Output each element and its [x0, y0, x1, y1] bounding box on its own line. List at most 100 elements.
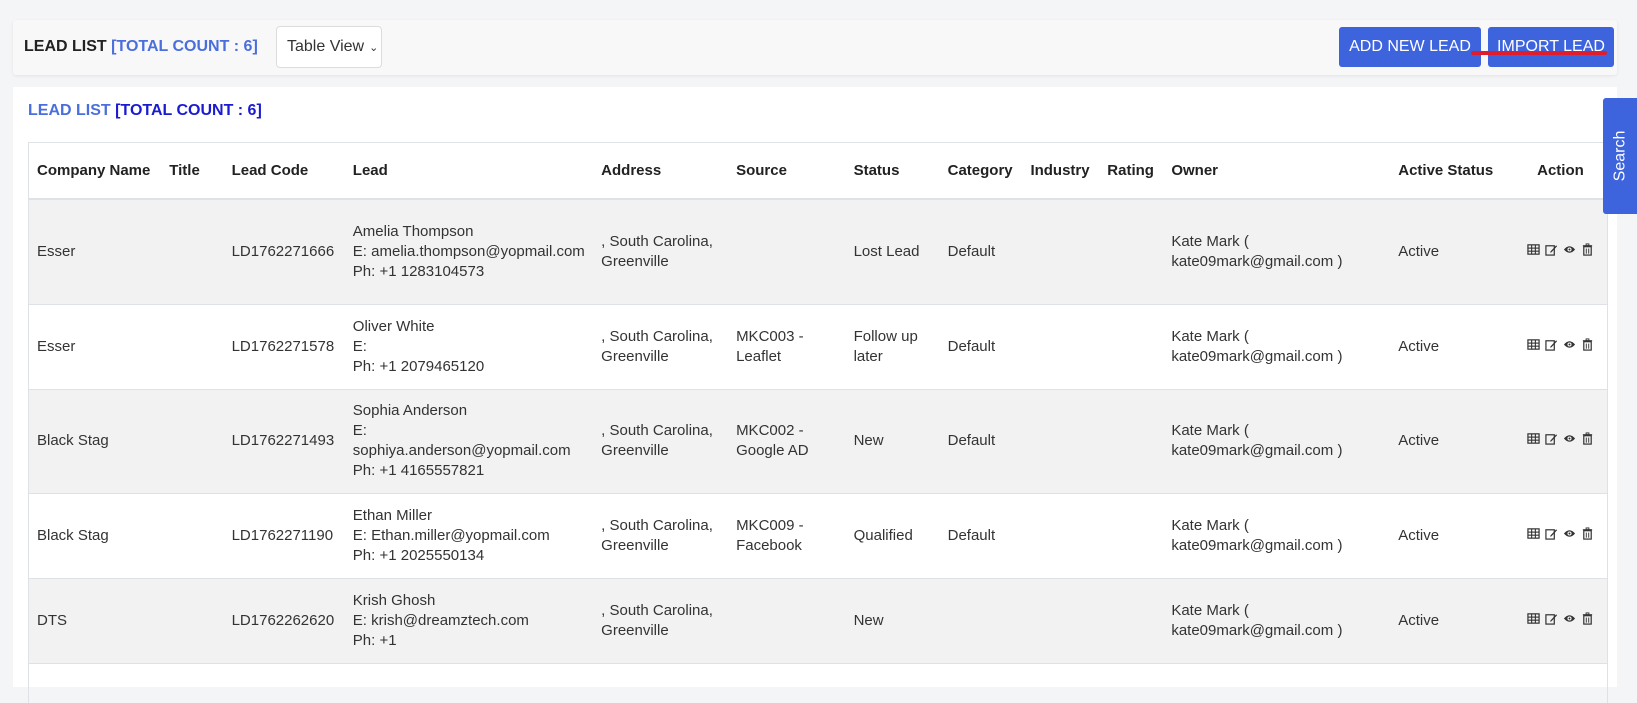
table-row[interactable]: Black Stag LD1762271493 Sophia Anderson E: … — [29, 389, 1607, 494]
cell-action — [1513, 199, 1607, 305]
cell-lead: Oliver White E: Ph: +1 2079465120 — [344, 304, 594, 390]
trash-icon[interactable] — [1581, 242, 1594, 262]
cell-lead-code: LD1762271578 — [223, 304, 345, 390]
column-header: Company Name — [29, 143, 162, 200]
cell-lead-code: LD1762271666 — [223, 199, 345, 305]
cell-owner: Kate Mark ( kate09mark@gmail.com ) — [1163, 389, 1391, 494]
cell-title — [161, 578, 224, 664]
eye-icon[interactable] — [1563, 526, 1576, 546]
cell-action — [1513, 578, 1607, 664]
lead-phone: Ph: +1 4165557821 — [352, 462, 485, 479]
table-row[interactable]: DTS LD1762262620 Krish Ghosh E: krish@dream… — [29, 578, 1607, 664]
cell-industry — [1022, 578, 1100, 664]
eye-icon[interactable] — [1563, 431, 1576, 451]
eye-icon[interactable] — [1563, 611, 1576, 631]
cell-rating — [1099, 578, 1164, 664]
cell-title — [161, 304, 224, 390]
column-header: Industry — [1022, 143, 1100, 200]
eye-icon[interactable] — [1563, 242, 1576, 262]
trash-icon[interactable] — [1581, 337, 1594, 357]
edit-icon[interactable] — [1545, 526, 1558, 546]
column-header: Category — [939, 143, 1023, 200]
cell-status: Qualified — [845, 493, 940, 579]
eye-icon[interactable] — [1563, 337, 1576, 357]
table-header-row: Company Name Title Lead Code Lead Address Sou… — [29, 143, 1607, 200]
cell-company: Esser — [29, 199, 162, 305]
edit-icon[interactable] — [1545, 242, 1558, 262]
cell-status: New — [845, 578, 940, 664]
cell-action — [1513, 389, 1607, 494]
lead-phone: Ph: +1 2079465120 — [352, 357, 485, 375]
cell-source — [728, 199, 846, 305]
lead-phone: Ph: +1 — [352, 631, 397, 649]
edit-icon[interactable] — [1545, 431, 1558, 451]
page-title: LEAD LIST [TOTAL COUNT : 6] — [24, 38, 258, 56]
cell-category: Default — [939, 304, 1023, 390]
lead-name: Krish Ghosh — [352, 591, 436, 609]
lead-email: E: krish@dreamztech.com — [352, 611, 529, 629]
edit-icon[interactable] — [1545, 337, 1558, 357]
cell-company: Esser — [29, 304, 162, 390]
cell-owner: Kate Mark ( kate09mark@gmail.com ) — [1163, 578, 1391, 664]
cell-action — [1513, 493, 1607, 579]
trash-icon[interactable] — [1581, 611, 1594, 631]
cell-action — [1513, 304, 1607, 390]
cell-category — [939, 578, 1023, 664]
cell-lead-code: LD1762262620 — [223, 578, 345, 664]
cell-lead: Ethan Miller E: Ethan.miller@yopmail.com P… — [344, 493, 594, 579]
cell-lead-code: LD1762271190 — [223, 493, 345, 579]
cell-lead-code: LD1762271493 — [223, 389, 345, 494]
lead-list-panel: LEAD LIST [TOTAL COUNT : 6] Company Name… — [13, 87, 1617, 703]
cell-active-status: Active — [1390, 493, 1514, 579]
cell-address: , South Carolina, Greenville — [593, 389, 729, 494]
table-icon[interactable] — [1527, 526, 1540, 546]
import-lead-button[interactable]: IMPORT LEAD — [1488, 27, 1614, 67]
search-tab-label: Search — [1611, 130, 1629, 182]
cell-source: MKC009 - Facebook — [728, 493, 846, 579]
table-icon[interactable] — [1527, 611, 1540, 631]
lead-name: Amelia Thompson — [352, 222, 474, 240]
cell-rating — [1099, 493, 1164, 579]
trash-icon[interactable] — [1581, 526, 1594, 546]
cell-company: DTS — [29, 578, 162, 664]
cell-lead: Amelia Thompson E: amelia.thompson@yopmai… — [344, 199, 594, 305]
search-side-tab[interactable]: Search — [1603, 98, 1637, 214]
cell-owner: Kate Mark ( kate09mark@gmail.com ) — [1163, 199, 1391, 305]
column-header: Active Status — [1390, 143, 1514, 200]
panel-title: LEAD LIST [TOTAL COUNT : 6] — [28, 102, 262, 120]
cell-active-status: Active — [1390, 389, 1514, 494]
cell-address: , South Carolina, Greenville — [593, 578, 729, 664]
column-header: Owner — [1163, 143, 1391, 200]
table-row[interactable]: Esser LD1762271578 Oliver White E: Ph: +1 20… — [29, 304, 1607, 390]
table-icon[interactable] — [1527, 337, 1540, 357]
table-row[interactable]: Black Stag LD1762271190 Ethan Miller E: Eth… — [29, 493, 1607, 579]
add-new-lead-button[interactable]: ADD NEW LEAD — [1339, 27, 1481, 67]
trash-icon[interactable] — [1581, 431, 1594, 451]
table-icon[interactable] — [1527, 242, 1540, 262]
cell-lead: Krish Ghosh E: krish@dreamztech.com Ph: +1 — [344, 578, 594, 664]
table-row[interactable]: Esser LD1762271666 Amelia Thompson E: ameli… — [29, 199, 1607, 305]
panel-count-label: [TOTAL COUNT : 6] — [115, 102, 262, 119]
lead-email: E: sophiya.anderson@yopmail.com — [352, 422, 571, 459]
cell-industry — [1022, 493, 1100, 579]
cell-rating — [1099, 389, 1164, 494]
cell-lead: Sophia Anderson E: sophiya.anderson@yopma… — [344, 389, 594, 494]
page-title-text: LEAD LIST — [24, 38, 107, 55]
cell-status: Lost Lead — [845, 199, 940, 305]
edit-icon[interactable] — [1545, 611, 1558, 631]
cell-status: New — [845, 389, 940, 494]
column-header: Status — [845, 143, 940, 200]
cell-industry — [1022, 199, 1100, 305]
column-header: Title — [161, 143, 224, 200]
cell-rating — [1099, 304, 1164, 390]
cell-title — [161, 389, 224, 494]
total-count-label: [TOTAL COUNT : 6] — [111, 38, 258, 55]
view-selector-dropdown[interactable]: Table View ⌄ — [276, 26, 382, 68]
lead-name: Ethan Miller — [352, 506, 432, 524]
lead-email: E: — [352, 337, 367, 355]
lead-name: Oliver White — [352, 317, 435, 335]
cell-source: MKC002 - Google AD — [728, 389, 846, 494]
table-icon[interactable] — [1527, 431, 1540, 451]
cell-industry — [1022, 389, 1100, 494]
column-header: Action — [1513, 143, 1607, 200]
